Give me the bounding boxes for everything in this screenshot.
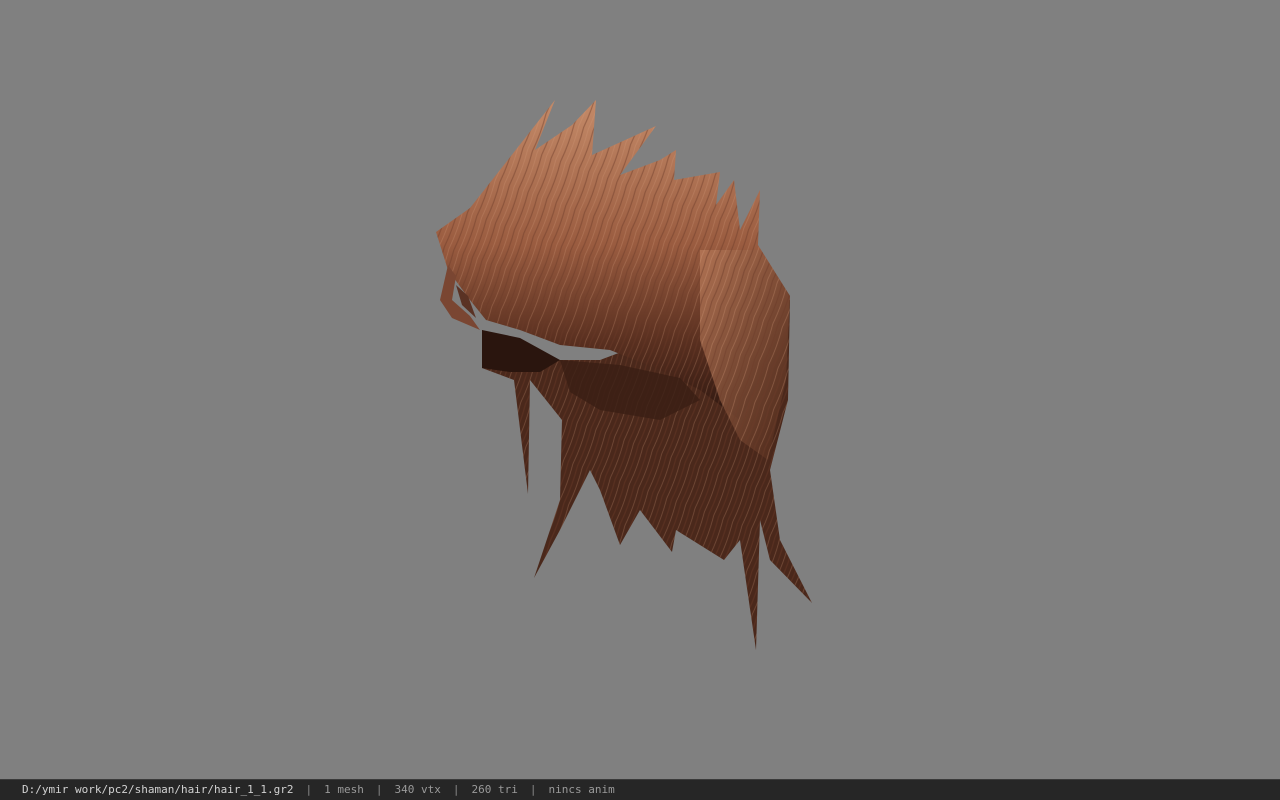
separator-2: | xyxy=(375,783,383,796)
animation-status-label: nincs anim xyxy=(548,783,615,796)
separator-3: | xyxy=(452,783,460,796)
status-bar: D:/ymir work/pc2/shaman/hair/hair_1_1.gr… xyxy=(0,779,1280,800)
mesh-count-label: 1 mesh xyxy=(324,783,364,796)
vertex-count-label: 340 vtx xyxy=(394,783,441,796)
separator-4: | xyxy=(529,783,537,796)
triangle-count-label: 260 tri xyxy=(471,783,518,796)
separator-1: | xyxy=(305,783,313,796)
file-path-label: D:/ymir work/pc2/shaman/hair/hair_1_1.gr… xyxy=(22,783,294,796)
3d-viewport[interactable] xyxy=(0,0,1280,779)
hair-model[interactable] xyxy=(0,0,1280,779)
